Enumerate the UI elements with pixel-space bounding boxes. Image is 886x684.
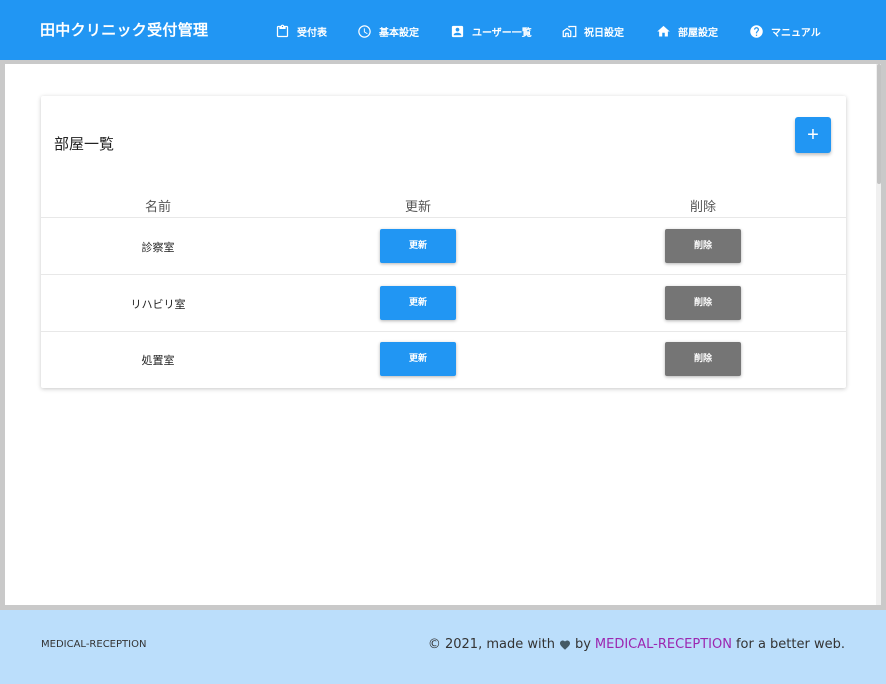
footer-prefix: © 2021, made with	[427, 637, 555, 652]
nav-label: 部屋設定	[678, 27, 718, 39]
column-header-update: 更新	[404, 200, 432, 215]
nav-label: 祝日設定	[584, 27, 624, 39]
table-row: 処置室 更新 削除	[41, 331, 846, 388]
footer-suffix: for a better web.	[735, 637, 845, 652]
column-header-delete: 削除	[689, 200, 717, 215]
nav-menu: 受付表 基本設定 ユーザー一覧 祝日設定 部屋設定 マニュアル	[0, 0, 886, 60]
room-name: 処置室	[141, 354, 175, 367]
help-circle-icon	[750, 24, 763, 38]
delete-button[interactable]: 削除	[665, 342, 741, 376]
footer-credit: © 2021, made with by MEDICAL-RECEPTION f…	[428, 637, 845, 652]
heart-icon	[559, 640, 570, 650]
update-button[interactable]: 更新	[380, 229, 456, 263]
scrollbar-thumb[interactable]	[877, 64, 881, 184]
delete-button[interactable]: 削除	[665, 286, 741, 320]
page-title: 部屋一覧	[54, 135, 115, 153]
nav-item-manual[interactable]: マニュアル	[749, 21, 821, 41]
nav-label: 受付表	[297, 27, 327, 39]
table-row: リハビリ室 更新 削除	[41, 275, 846, 332]
footer-link[interactable]: MEDICAL-RECEPTION	[595, 637, 732, 652]
column-header-name: 名前	[144, 200, 172, 215]
add-room-button[interactable]: +	[795, 117, 831, 153]
delete-button[interactable]: 削除	[665, 229, 741, 263]
footer-by: by	[574, 637, 591, 652]
room-name: リハビリ室	[130, 298, 186, 311]
vertical-scrollbar[interactable]	[876, 64, 881, 605]
clipboard-icon	[276, 24, 289, 37]
nav-label: ユーザー一覧	[472, 27, 532, 39]
nav-label: マニュアル	[771, 27, 821, 39]
nav-label: 基本設定	[379, 27, 419, 39]
table-header: 名前 更新 削除	[41, 192, 846, 218]
top-navbar: 田中クリニック受付管理 受付表 基本設定 ユーザー一覧 祝日設定 部屋設定 マニ…	[0, 0, 886, 60]
table-row: 診察室 更新 削除	[41, 218, 846, 275]
nav-item-holiday-settings[interactable]: 祝日設定	[562, 21, 624, 41]
update-button[interactable]: 更新	[380, 286, 456, 320]
main-content: 部屋一覧 + 名前 更新 削除 診察室 更新 削除 リハビリ室 更新 削除 処置…	[5, 64, 881, 605]
room-name: 診察室	[141, 241, 175, 254]
clock-icon	[358, 24, 371, 38]
nav-item-room-settings[interactable]: 部屋設定	[656, 21, 718, 41]
holiday-house-icon	[562, 25, 577, 37]
footer-brand: MEDICAL-RECEPTION	[41, 639, 147, 650]
room-list-card: 部屋一覧 + 名前 更新 削除 診察室 更新 削除 リハビリ室 更新 削除 処置…	[41, 96, 846, 388]
page-footer: MEDICAL-RECEPTION © 2021, made with by M…	[0, 610, 886, 684]
home-icon	[657, 25, 670, 36]
account-box-icon	[451, 25, 464, 37]
update-button[interactable]: 更新	[380, 342, 456, 376]
nav-item-user-list[interactable]: ユーザー一覧	[450, 21, 532, 41]
nav-item-reception-list[interactable]: 受付表	[275, 21, 327, 41]
nav-item-basic-settings[interactable]: 基本設定	[357, 21, 419, 41]
